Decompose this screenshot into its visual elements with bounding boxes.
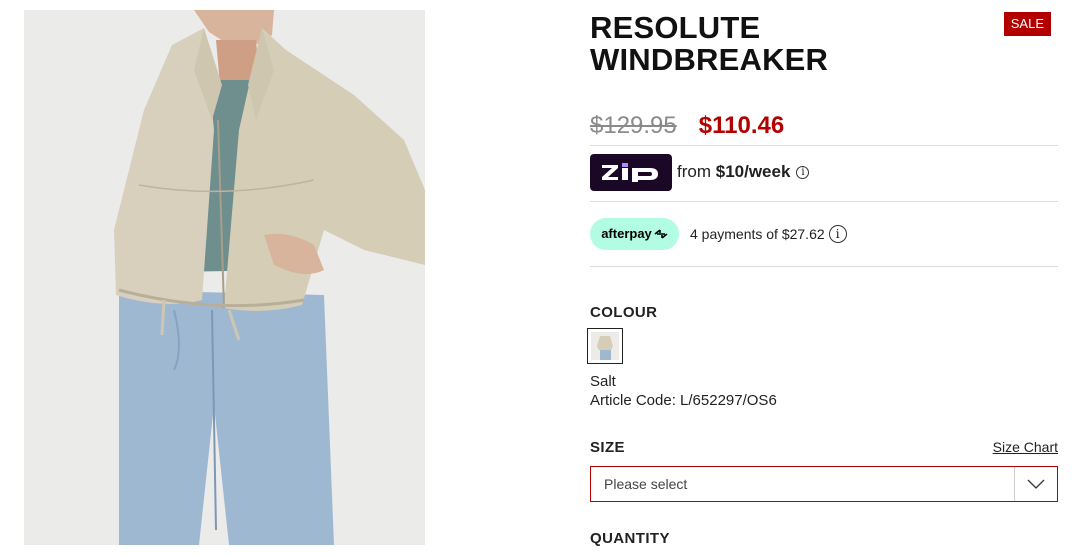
quantity-label: QUANTITY	[590, 530, 670, 547]
original-price: $129.95	[590, 112, 677, 139]
zip-amount: $10/week	[715, 162, 791, 181]
price-row: $129.95 $110.46	[590, 111, 784, 141]
product-title-line2: WINDBREAKER	[590, 42, 829, 77]
afterpay-payment-row: afterpay 4 payments of $27.62 i	[590, 217, 847, 250]
divider	[590, 145, 1058, 146]
afterpay-logo[interactable]: afterpay	[590, 217, 679, 250]
selected-colour-name: Salt	[590, 373, 616, 390]
size-select[interactable]: Please select	[590, 466, 1058, 502]
product-photo	[24, 10, 425, 545]
size-select-placeholder: Please select	[604, 476, 688, 492]
product-title-line1: RESOLUTE	[590, 10, 761, 45]
size-select-toggle[interactable]	[1014, 467, 1057, 501]
product-details: RESOLUTE WINDBREAKER SALE $129.95 $110.4…	[587, 0, 1059, 557]
afterpay-arrows-icon	[654, 228, 668, 239]
afterpay-logo-text: afterpay	[601, 226, 652, 241]
divider	[590, 266, 1058, 267]
product-title: RESOLUTE WINDBREAKER	[590, 12, 950, 76]
afterpay-installment-text: 4 payments of $27.62	[690, 225, 825, 242]
sale-price: $110.46	[698, 112, 785, 139]
size-label: SIZE	[590, 439, 625, 456]
zip-logo[interactable]	[590, 153, 672, 191]
article-code: Article Code: L/652297/OS6	[590, 392, 777, 409]
divider	[590, 201, 1058, 202]
afterpay-info-icon[interactable]: i	[828, 224, 847, 243]
zip-payment-row: from $10/week i	[590, 153, 810, 191]
product-image[interactable]	[24, 10, 425, 545]
colour-label: COLOUR	[590, 304, 658, 321]
sale-badge: SALE	[1003, 12, 1051, 36]
swatch-thumbnail	[591, 332, 619, 360]
chevron-down-icon	[1027, 479, 1045, 489]
zip-info-icon[interactable]: i	[796, 165, 810, 179]
zip-installment-text: from $10/week	[677, 162, 790, 182]
size-chart-link[interactable]: Size Chart	[993, 439, 1058, 455]
swatch-image-icon	[591, 332, 619, 360]
zip-wordmark-icon	[602, 163, 658, 182]
colour-swatch-salt[interactable]	[587, 328, 623, 364]
zip-prefix: from	[677, 162, 716, 181]
